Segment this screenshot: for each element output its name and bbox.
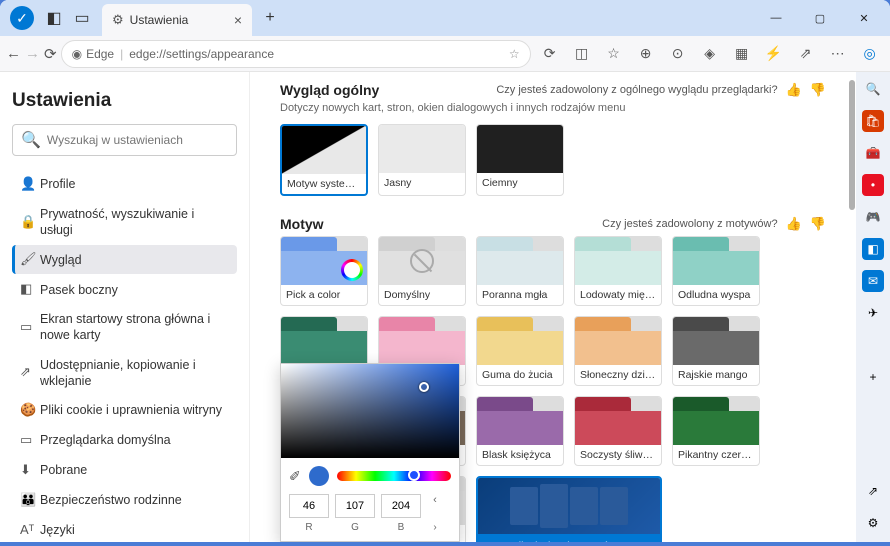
current-color-swatch: [309, 466, 329, 486]
history-icon[interactable]: ⊙: [663, 39, 693, 69]
rail-settings-icon[interactable]: ⚙: [862, 512, 884, 534]
settings-search[interactable]: 🔍: [12, 124, 237, 156]
theme-tile[interactable]: Rajskie mango: [672, 316, 760, 386]
forward-button[interactable]: →: [25, 39, 40, 69]
scrollbar[interactable]: [846, 72, 856, 542]
app-icon: ✓: [10, 6, 34, 30]
rail-search-icon[interactable]: 🔍: [862, 78, 884, 100]
performance-icon[interactable]: ⚡: [759, 39, 789, 69]
sidebar-title: Ustawienia: [12, 90, 237, 112]
color-picker-icon[interactable]: [341, 259, 363, 281]
nav-family[interactable]: 👪Bezpieczeństwo rodzinne: [12, 486, 237, 515]
nav-appearance[interactable]: 🖌Wygląd: [12, 245, 237, 274]
titlebar: ✓ ◧ ▭ ⚙ Ustawienia × + — ▢ ✕: [0, 0, 890, 36]
browser-label: Edge: [86, 47, 114, 61]
maximize-button[interactable]: ▢: [798, 2, 842, 34]
search-icon: 🔍: [21, 130, 41, 150]
rgb-g-input[interactable]: [335, 494, 375, 518]
theme-tile[interactable]: Guma do żucia: [476, 316, 564, 386]
settings-sidebar: Ustawienia 🔍 👤Profile 🔒Prywatność, wyszu…: [0, 72, 250, 542]
theme-tile[interactable]: Blask księżyca: [476, 396, 564, 466]
thumbs-down-icon[interactable]: 👎: [810, 216, 826, 232]
minimize-button[interactable]: —: [754, 2, 798, 34]
close-tab-icon[interactable]: ×: [234, 12, 242, 28]
nav-downloads[interactable]: ⬇Pobrane: [12, 456, 237, 485]
collections-icon[interactable]: ⊕: [631, 39, 661, 69]
settings-main: Wygląd ogólny Czy jesteś zadowolony z og…: [250, 72, 856, 542]
ext1-icon[interactable]: ◈: [695, 39, 725, 69]
feedback-question-theme: Czy jesteś zadowolony z motywów?: [602, 218, 777, 230]
split-icon[interactable]: ◫: [567, 39, 597, 69]
rail-games-icon[interactable]: 🎮: [862, 206, 884, 228]
nav-privacy[interactable]: 🔒Prywatność, wyszukiwanie i usługi: [12, 200, 237, 245]
appearance-tile-light[interactable]: Jasny: [378, 124, 466, 196]
nav-profile[interactable]: 👤Profile: [12, 170, 237, 199]
theme-tile[interactable]: Pick a color: [280, 236, 368, 306]
appearance-tile-dark[interactable]: Ciemny: [476, 124, 564, 196]
rail-shop-icon[interactable]: 🛍: [862, 110, 884, 132]
thumbs-down-icon[interactable]: 👎: [810, 82, 826, 98]
gear-icon: ⚙: [112, 12, 124, 28]
rail-app2-icon[interactable]: ✈: [862, 302, 884, 324]
search-input[interactable]: [47, 133, 228, 147]
rail-office-icon[interactable]: ◧: [862, 238, 884, 260]
section-overall-title: Wygląd ogólny: [280, 82, 379, 98]
discover-themes-tile[interactable]: Odkryj więcej motywów ↗: [476, 476, 662, 542]
address-bar: ← → ⟳ ◉ Edge | edge://settings/appearanc…: [0, 36, 890, 72]
workspaces-icon[interactable]: ◧: [42, 6, 66, 30]
rgb-r-input[interactable]: [289, 494, 329, 518]
theme-tile[interactable]: Słoneczny dzień: [574, 316, 662, 386]
section-theme-title: Motyw: [280, 216, 324, 232]
hue-slider[interactable]: [337, 471, 451, 481]
nav-languages[interactable]: AᵀJęzyki: [12, 516, 237, 542]
ext2-icon[interactable]: ▦: [727, 39, 757, 69]
color-picker-popup: ✐ ‹ RGB›: [280, 363, 460, 542]
browser-tab[interactable]: ⚙ Ustawienia ×: [102, 4, 252, 36]
copilot-icon[interactable]: ◎: [855, 39, 885, 69]
theme-tile[interactable]: Odludna wyspa: [672, 236, 760, 306]
right-rail: 🔍 🛍 🧰 • 🎮 ◧ ✉ ✈ + ⇗ ⚙: [856, 72, 890, 542]
new-tab-button[interactable]: +: [256, 4, 284, 32]
close-window-button[interactable]: ✕: [842, 2, 886, 34]
tab-title: Ustawienia: [130, 13, 189, 27]
tabs-icon[interactable]: ▭: [70, 6, 94, 30]
color-gradient[interactable]: [281, 364, 459, 458]
edge-icon: ◉: [72, 47, 82, 61]
feedback-question: Czy jesteś zadowolony z ogólnego wyglądu…: [496, 84, 777, 96]
section-overall-sub: Dotyczy nowych kart, stron, okien dialog…: [280, 102, 826, 114]
theme-tile[interactable]: Lodowaty miętowy: [574, 236, 662, 306]
rail-popout-icon[interactable]: ⇗: [862, 480, 884, 502]
rail-add-icon[interactable]: +: [862, 366, 884, 388]
reload-button[interactable]: ⟳: [44, 39, 57, 69]
back-button[interactable]: ←: [6, 39, 21, 69]
rgb-b-input[interactable]: [381, 494, 421, 518]
theme-tile[interactable]: Soczysty śliwkowy: [574, 396, 662, 466]
eyedropper-icon[interactable]: ✐: [289, 468, 301, 485]
sync-icon[interactable]: ⟳: [535, 39, 565, 69]
menu-icon[interactable]: ⋯: [823, 39, 853, 69]
nav-start[interactable]: ▭Ekran startowy strona główna i nowe kar…: [12, 305, 237, 350]
theme-tile[interactable]: Poranna mgła: [476, 236, 564, 306]
nav-cookies[interactable]: 🍪Pliki cookie i uprawnienia witryny: [12, 396, 237, 425]
appearance-tile-system[interactable]: Motyw systemowy: [280, 124, 368, 196]
url-text: edge://settings/appearance: [129, 47, 274, 61]
favorites-icon[interactable]: ☆: [599, 39, 629, 69]
rail-app1-icon[interactable]: •: [862, 174, 884, 196]
theme-tile[interactable]: Pikantny czerwony: [672, 396, 760, 466]
rail-tools-icon[interactable]: 🧰: [862, 142, 884, 164]
nav-sidebar[interactable]: ◧Pasek boczny: [12, 275, 237, 304]
favorite-icon[interactable]: ☆: [509, 47, 520, 61]
share-icon[interactable]: ⇗: [791, 39, 821, 69]
nav-share[interactable]: ⇗Udostępnianie, kopiowanie i wklejanie: [12, 351, 237, 396]
theme-tile[interactable]: Domyślny: [378, 236, 466, 306]
thumbs-up-icon[interactable]: 👍: [786, 82, 802, 98]
thumbs-up-icon[interactable]: 👍: [786, 216, 802, 232]
omnibox[interactable]: ◉ Edge | edge://settings/appearance ☆: [61, 40, 531, 68]
nav-default[interactable]: ▭Przeglądarka domyślna: [12, 426, 237, 455]
rail-outlook-icon[interactable]: ✉: [862, 270, 884, 292]
